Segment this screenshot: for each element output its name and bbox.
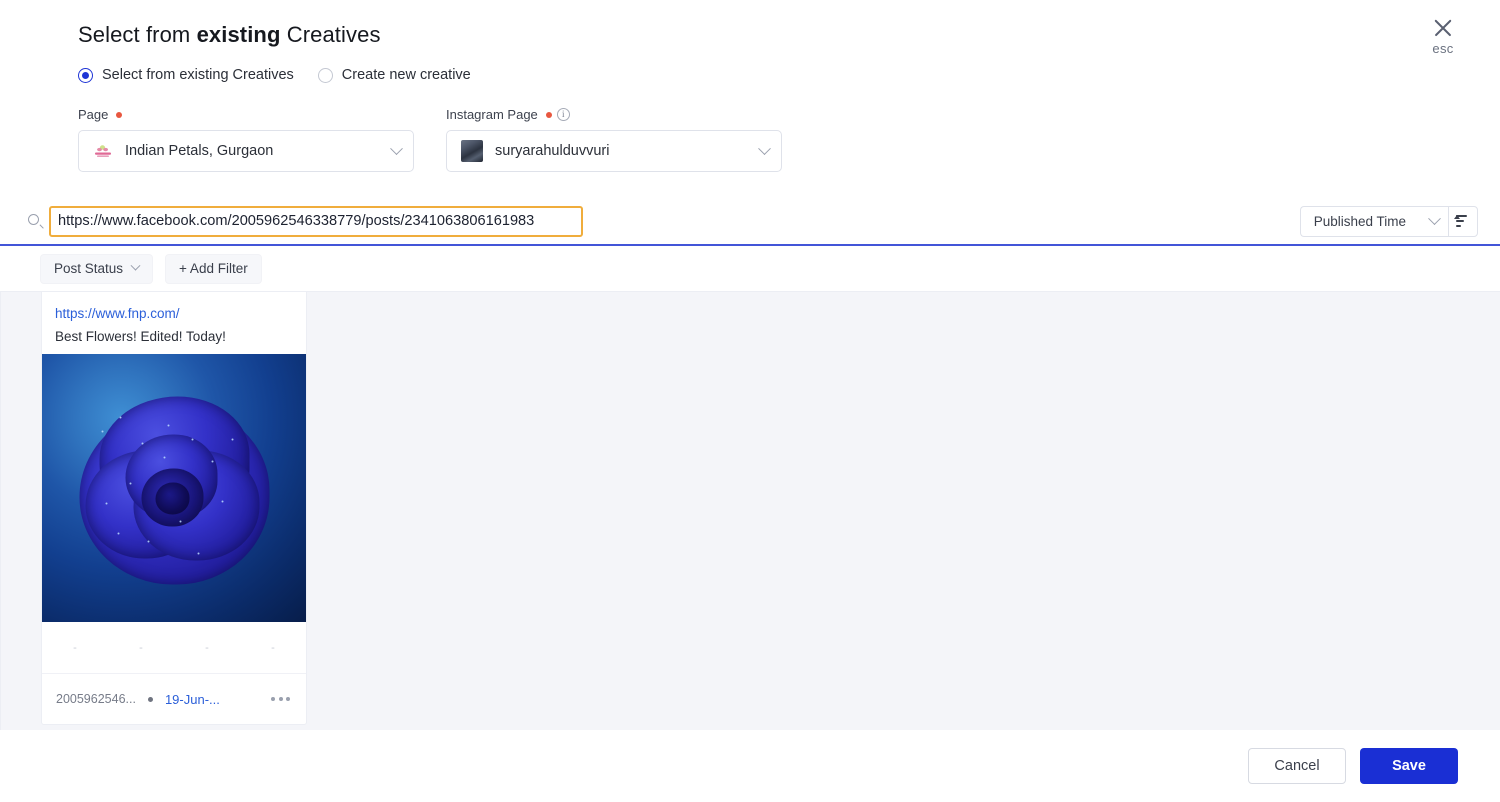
radio-label-create-new: Create new creative [341, 67, 471, 83]
modal-footer: Cancel Save [0, 730, 1500, 802]
card-description: Best Flowers! Edited! Today! [55, 329, 226, 344]
sort-ascending-icon [1454, 215, 1470, 227]
card-stat: - [73, 641, 77, 654]
page-selection-fields: Page Indian Petals, Gurgaon Instagram Pa… [0, 83, 1500, 172]
card-stats-row: - - - - [42, 622, 306, 674]
sort-by-value: Published Time [1313, 213, 1406, 229]
floral-logo-svg [95, 145, 111, 157]
page-field-label: Page [78, 107, 414, 122]
page-title: Select from existing Creatives [78, 22, 1500, 48]
cancel-button[interactable]: Cancel [1248, 748, 1346, 784]
card-stat: - [205, 641, 209, 654]
page-label-text: Page [78, 107, 109, 122]
radio-select-existing[interactable]: Select from existing Creatives [78, 67, 294, 83]
radio-icon-selected [78, 67, 93, 83]
save-button[interactable]: Save [1360, 748, 1458, 784]
title-suffix: Creatives [280, 22, 381, 47]
modal-header: Select from existing Creatives Select fr… [0, 0, 1500, 83]
card-date[interactable]: 19-Jun-... [165, 692, 220, 707]
card-body: https://www.fnp.com/ Best Flowers! Edite… [42, 294, 306, 354]
blue-rose-photo [72, 391, 277, 596]
search-input[interactable] [58, 213, 574, 229]
water-droplets [72, 391, 277, 596]
filter-bar: Post Status + Add Filter [0, 246, 1500, 292]
radio-icon-unselected [317, 67, 333, 83]
creative-card[interactable]: https://www.fnp.com/ Best Flowers! Edite… [41, 292, 307, 725]
instagram-label-text: Instagram Page [446, 107, 538, 122]
separator-dot-icon [147, 696, 153, 702]
sort-by-select[interactable]: Published Time [1299, 205, 1448, 237]
close-label: esc [1432, 41, 1454, 56]
avatar [461, 140, 483, 162]
required-indicator-icon [116, 111, 123, 118]
add-filter-button[interactable]: + Add Filter [165, 253, 262, 284]
chevron-down-icon [758, 141, 771, 155]
chevron-down-icon [1428, 211, 1441, 225]
more-options-icon[interactable] [269, 691, 292, 707]
search-bar: Published Time [0, 198, 1500, 246]
radio-create-new[interactable]: Create new creative [317, 67, 471, 83]
post-status-filter[interactable]: Post Status [40, 253, 154, 284]
chevron-down-icon [130, 260, 141, 271]
creative-card-grid: https://www.fnp.com/ Best Flowers! Edite… [41, 292, 1500, 725]
card-image [42, 354, 306, 622]
instagram-page-select[interactable]: suryarahulduvvuri [446, 130, 782, 172]
card-footer: 2005962546... 19-Jun-... [42, 674, 306, 724]
search-icon [28, 213, 44, 230]
results-area: https://www.fnp.com/ Best Flowers! Edite… [0, 292, 1500, 730]
sort-direction-button[interactable] [1448, 205, 1478, 237]
instagram-field-label: Instagram Page i [446, 107, 782, 122]
radio-label-existing: Select from existing Creatives [102, 67, 294, 83]
card-link[interactable]: https://www.fnp.com/ [55, 306, 293, 321]
chevron-down-icon [390, 141, 403, 155]
select-creatives-modal: Select from existing Creatives Select fr… [0, 0, 1500, 802]
card-stat: - [139, 641, 143, 654]
card-stat: - [271, 641, 275, 654]
title-emphasis: existing [196, 22, 281, 47]
post-status-label: Post Status [54, 261, 124, 276]
close-icon [1431, 16, 1455, 40]
sort-controls: Published Time [1299, 205, 1478, 237]
instagram-page-field: Instagram Page i suryarahulduvvuri [446, 107, 782, 172]
card-post-id: 2005962546... [56, 692, 136, 706]
page-select-value: Indian Petals, Gurgaon [125, 143, 274, 159]
creative-mode-radio-group: Select from existing Creatives Create ne… [78, 67, 1500, 83]
close-button[interactable]: esc [1420, 16, 1466, 56]
page-select[interactable]: Indian Petals, Gurgaon [78, 130, 414, 172]
instagram-select-value: suryarahulduvvuri [495, 143, 610, 159]
page-logo-icon [93, 143, 113, 159]
search-input-container [49, 205, 583, 237]
add-filter-label: + Add Filter [179, 261, 248, 276]
info-icon[interactable]: i [556, 108, 570, 121]
page-field: Page Indian Petals, Gurgaon [78, 107, 414, 172]
title-prefix: Select from [78, 22, 197, 47]
required-indicator-icon [545, 111, 552, 118]
